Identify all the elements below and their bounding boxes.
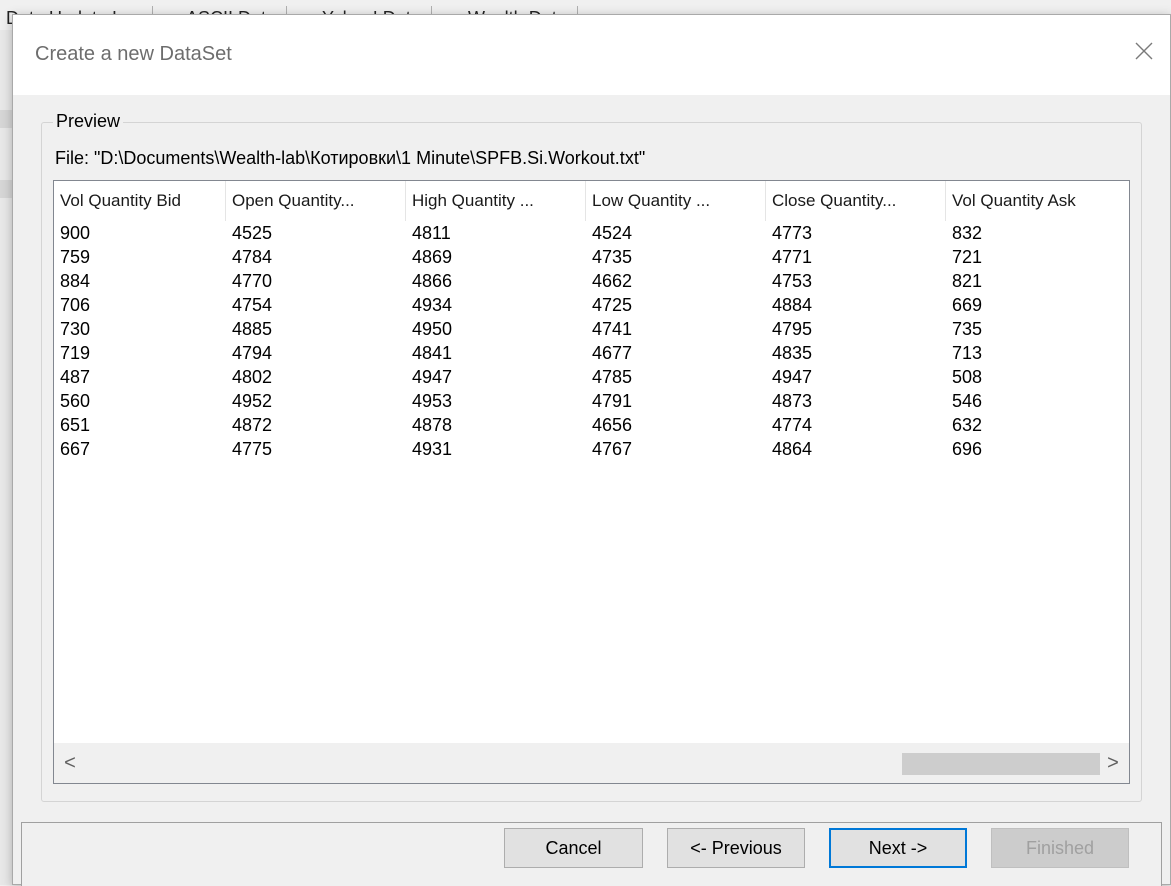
table-cell: 730 bbox=[60, 319, 91, 339]
table-cell: 759 bbox=[60, 247, 91, 267]
table-cell: 4952 bbox=[232, 391, 273, 411]
table-row[interactable]: 487 4802 4947 4785 4947 508 bbox=[54, 365, 1129, 389]
table-cell: 4784 bbox=[232, 247, 273, 267]
background-strip-mark bbox=[0, 110, 12, 128]
close-button[interactable] bbox=[1124, 35, 1164, 71]
table-cell: 4866 bbox=[412, 271, 453, 291]
table-cell: 4662 bbox=[592, 271, 633, 291]
table-cell: 4802 bbox=[232, 367, 273, 387]
table-cell: 4753 bbox=[772, 271, 813, 291]
table-cell: 4785 bbox=[592, 367, 633, 387]
table-cell: 560 bbox=[60, 391, 91, 411]
table-cell: 721 bbox=[952, 247, 983, 267]
table-row[interactable]: 900 4525 4811 4524 4773 832 bbox=[54, 221, 1129, 245]
dialog-title: Create a new DataSet bbox=[35, 43, 232, 65]
background-strip-mark bbox=[0, 180, 12, 198]
dialog-title-bar[interactable]: Create a new DataSet bbox=[13, 15, 1170, 95]
table-row[interactable]: 759 4784 4869 4735 4771 721 bbox=[54, 245, 1129, 269]
table-cell: 4811 bbox=[412, 223, 451, 243]
scroll-left-button[interactable]: < bbox=[54, 743, 86, 783]
table-cell: 735 bbox=[952, 319, 983, 339]
table-cell: 4741 bbox=[592, 319, 633, 339]
table-cell: 713 bbox=[952, 343, 983, 363]
table-cell: 4878 bbox=[412, 415, 453, 435]
table-cell: 4735 bbox=[592, 247, 633, 267]
table-row[interactable]: 667 4775 4931 4767 4864 696 bbox=[54, 437, 1129, 461]
column-header-high-quantity[interactable]: High Quantity ... bbox=[406, 181, 586, 221]
table-cell: 651 bbox=[60, 415, 91, 435]
preview-legend: Preview bbox=[53, 111, 124, 132]
table-row[interactable]: 719 4794 4841 4677 4835 713 bbox=[54, 341, 1129, 365]
table-cell: 487 bbox=[60, 367, 91, 387]
table-cell: 4524 bbox=[592, 223, 633, 243]
table-cell: 667 bbox=[60, 439, 91, 459]
table-row[interactable]: 651 4872 4878 4656 4774 632 bbox=[54, 413, 1129, 437]
table-cell: 4835 bbox=[772, 343, 813, 363]
table-cell: 4677 bbox=[592, 343, 633, 363]
table-cell: 4864 bbox=[772, 439, 813, 459]
table-cell: 4775 bbox=[232, 439, 273, 459]
close-icon bbox=[1134, 41, 1154, 66]
table-cell: 4934 bbox=[412, 295, 453, 315]
table-cell: 4884 bbox=[772, 295, 813, 315]
table-cell: 884 bbox=[60, 271, 91, 291]
column-header-vol-quantity-ask[interactable]: Vol Quantity Ask bbox=[946, 181, 1129, 221]
finished-button[interactable]: Finished bbox=[991, 828, 1129, 868]
scroll-thumb[interactable] bbox=[902, 753, 1100, 775]
table-cell: 4754 bbox=[232, 295, 273, 315]
chevron-left-icon: < bbox=[64, 751, 76, 774]
table-row[interactable]: 560 4952 4953 4791 4873 546 bbox=[54, 389, 1129, 413]
table-cell: 4525 bbox=[232, 223, 273, 243]
table-cell: 832 bbox=[952, 223, 983, 243]
column-header-close-quantity[interactable]: Close Quantity... bbox=[766, 181, 946, 221]
column-header-open-quantity[interactable]: Open Quantity... bbox=[226, 181, 406, 221]
table-cell: 4794 bbox=[232, 343, 273, 363]
table-cell: 4841 bbox=[412, 343, 453, 363]
preview-list-view[interactable]: Vol Quantity Bid Open Quantity... High Q… bbox=[53, 180, 1130, 784]
table-cell: 4947 bbox=[772, 367, 813, 387]
table-cell: 669 bbox=[952, 295, 983, 315]
create-dataset-dialog: Create a new DataSet Preview File: "D:\D… bbox=[12, 14, 1171, 886]
previous-button[interactable]: <- Previous bbox=[667, 828, 805, 868]
table-cell: 696 bbox=[952, 439, 983, 459]
table-cell: 706 bbox=[60, 295, 91, 315]
chevron-right-icon: > bbox=[1107, 751, 1119, 774]
table-cell: 4773 bbox=[772, 223, 813, 243]
table-cell: 4873 bbox=[772, 391, 813, 411]
table-row[interactable]: 730 4885 4950 4741 4795 735 bbox=[54, 317, 1129, 341]
list-header: Vol Quantity Bid Open Quantity... High Q… bbox=[54, 181, 1129, 221]
table-row[interactable]: 706 4754 4934 4725 4884 669 bbox=[54, 293, 1129, 317]
table-cell: 4767 bbox=[592, 439, 633, 459]
table-cell: 632 bbox=[952, 415, 983, 435]
table-cell: 4771 bbox=[772, 247, 813, 267]
table-cell: 4885 bbox=[232, 319, 273, 339]
table-cell: 4950 bbox=[412, 319, 453, 339]
table-cell: 4774 bbox=[772, 415, 813, 435]
scroll-right-button[interactable]: > bbox=[1097, 743, 1129, 783]
table-cell: 4656 bbox=[592, 415, 633, 435]
file-path-label: File: "D:\Documents\Wealth-lab\Котировки… bbox=[55, 148, 646, 168]
horizontal-scrollbar[interactable]: < > bbox=[54, 743, 1129, 783]
table-row[interactable]: 884 4770 4866 4662 4753 821 bbox=[54, 269, 1129, 293]
table-cell: 4953 bbox=[412, 391, 453, 411]
column-header-low-quantity[interactable]: Low Quantity ... bbox=[586, 181, 766, 221]
table-cell: 4869 bbox=[412, 247, 453, 267]
next-button[interactable]: Next -> bbox=[829, 828, 967, 868]
table-cell: 4725 bbox=[592, 295, 633, 315]
cancel-button[interactable]: Cancel bbox=[504, 828, 643, 868]
table-cell: 821 bbox=[952, 271, 983, 291]
table-cell: 4791 bbox=[592, 391, 633, 411]
table-cell: 546 bbox=[952, 391, 983, 411]
table-cell: 900 bbox=[60, 223, 91, 243]
table-cell: 719 bbox=[60, 343, 91, 363]
table-cell: 4931 bbox=[412, 439, 453, 459]
table-cell: 4770 bbox=[232, 271, 273, 291]
table-cell: 4872 bbox=[232, 415, 273, 435]
table-cell: 4795 bbox=[772, 319, 813, 339]
column-header-vol-quantity-bid[interactable]: Vol Quantity Bid bbox=[54, 181, 226, 221]
table-cell: 508 bbox=[952, 367, 983, 387]
table-cell: 4947 bbox=[412, 367, 453, 387]
